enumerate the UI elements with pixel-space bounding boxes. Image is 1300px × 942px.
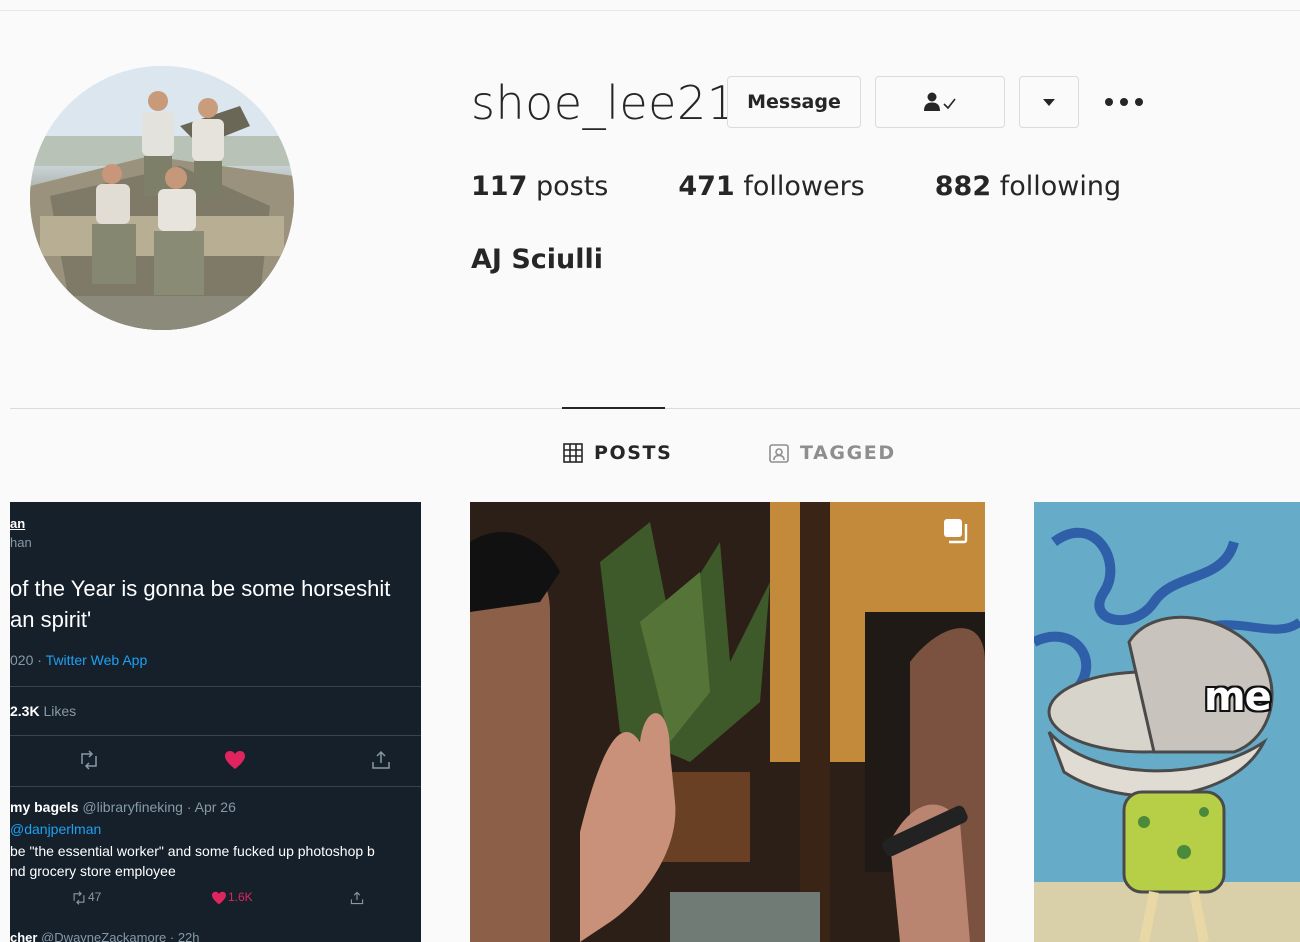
share-icon xyxy=(370,750,392,775)
photo-image xyxy=(470,502,985,942)
reply-action-bar: 47 1.6K xyxy=(10,890,421,910)
person-check-icon xyxy=(924,92,956,111)
meme-image xyxy=(1034,502,1300,942)
profile-full-name: AJ Sciulli xyxy=(471,244,604,275)
profile-photo xyxy=(30,66,294,330)
next-reply-handle: @DwayneZackamore · 22h xyxy=(41,930,200,942)
followers-label: followers xyxy=(743,171,865,202)
tweet-likes-count: 2.3K xyxy=(10,703,40,719)
tweet-meta: 020 · Twitter Web App xyxy=(10,652,147,668)
grid-icon xyxy=(563,443,583,463)
tweet-text-line-1: of the Year is gonna be some horseshit xyxy=(10,576,391,601)
reply-like: 1.6K xyxy=(210,890,253,905)
reply-author-name: my bagels xyxy=(10,799,79,815)
reply-like-count: 1.6K xyxy=(228,890,253,904)
post-photo[interactable] xyxy=(470,502,985,942)
meme-caption: me xyxy=(1204,674,1272,720)
posts-count-value: 117 xyxy=(471,171,528,202)
followers-count-value: 471 xyxy=(678,171,735,202)
following-link[interactable]: 882 following xyxy=(935,171,1121,202)
message-button[interactable]: Message xyxy=(727,76,861,128)
reply-text-line-1: be "the essential worker" and some fucke… xyxy=(10,843,375,859)
reply-retweet: 47 xyxy=(70,890,101,905)
more-dots-icon xyxy=(1105,98,1143,106)
tweet-separator xyxy=(10,735,421,736)
heart-icon xyxy=(224,750,246,775)
tweet-author-handle: han xyxy=(10,535,32,550)
reply-header: my bagels @libraryfineking · Apr 26 xyxy=(10,799,236,815)
followers-link[interactable]: 471 followers xyxy=(678,171,864,202)
active-tab-indicator xyxy=(562,407,665,409)
tab-posts-label: POSTS xyxy=(594,442,673,464)
following-count-value: 882 xyxy=(934,171,992,202)
reply-mention: @danjperlman xyxy=(10,821,102,837)
tab-tagged[interactable]: TAGGED xyxy=(768,442,896,464)
reply-author-handle: @libraryfineking · Apr 26 xyxy=(82,799,236,815)
reply-text-line-2: nd grocery store employee xyxy=(10,863,176,879)
following-label: following xyxy=(999,171,1122,202)
retweet-icon xyxy=(78,750,100,775)
carousel-icon xyxy=(944,519,968,544)
next-reply-name: cher xyxy=(10,930,38,942)
avatar[interactable] xyxy=(30,66,294,330)
posts-count: 117 posts xyxy=(471,171,608,202)
tagged-icon xyxy=(769,444,789,463)
suggested-dropdown-button[interactable] xyxy=(1019,76,1079,128)
profile-username: shoe_lee21 xyxy=(471,76,737,130)
profile-stats: 117 posts 471 followers 882 following xyxy=(471,171,1191,202)
caret-down-icon xyxy=(1043,99,1055,106)
post-tweet-screenshot[interactable]: an han of the Year is gonna be some hors… xyxy=(10,502,421,942)
tweet-separator xyxy=(10,786,421,787)
reply-share-icon xyxy=(348,890,366,905)
tweet-meta-source: Twitter Web App xyxy=(45,652,148,668)
top-divider xyxy=(0,10,1300,11)
following-button[interactable] xyxy=(875,76,1005,128)
post-meme[interactable]: me xyxy=(1034,502,1300,942)
next-reply-header: cher @DwayneZackamore · 22h xyxy=(10,930,200,942)
reply-retweet-count: 47 xyxy=(88,890,102,904)
tab-posts[interactable]: POSTS xyxy=(562,442,672,464)
tab-tagged-label: TAGGED xyxy=(800,442,896,464)
tweet-action-bar xyxy=(10,750,421,774)
tweet-likes-label: Likes xyxy=(43,703,77,719)
posts-count-label: posts xyxy=(535,171,609,202)
tweet-likes: 2.3K Likes xyxy=(10,703,76,719)
tweet-author-name: an xyxy=(10,516,26,531)
tweet-text-line-2: an spirit' xyxy=(10,607,92,632)
more-options-button[interactable] xyxy=(1098,84,1150,120)
tweet-meta-date: 020 · xyxy=(10,652,42,668)
tweet-separator xyxy=(10,686,421,687)
